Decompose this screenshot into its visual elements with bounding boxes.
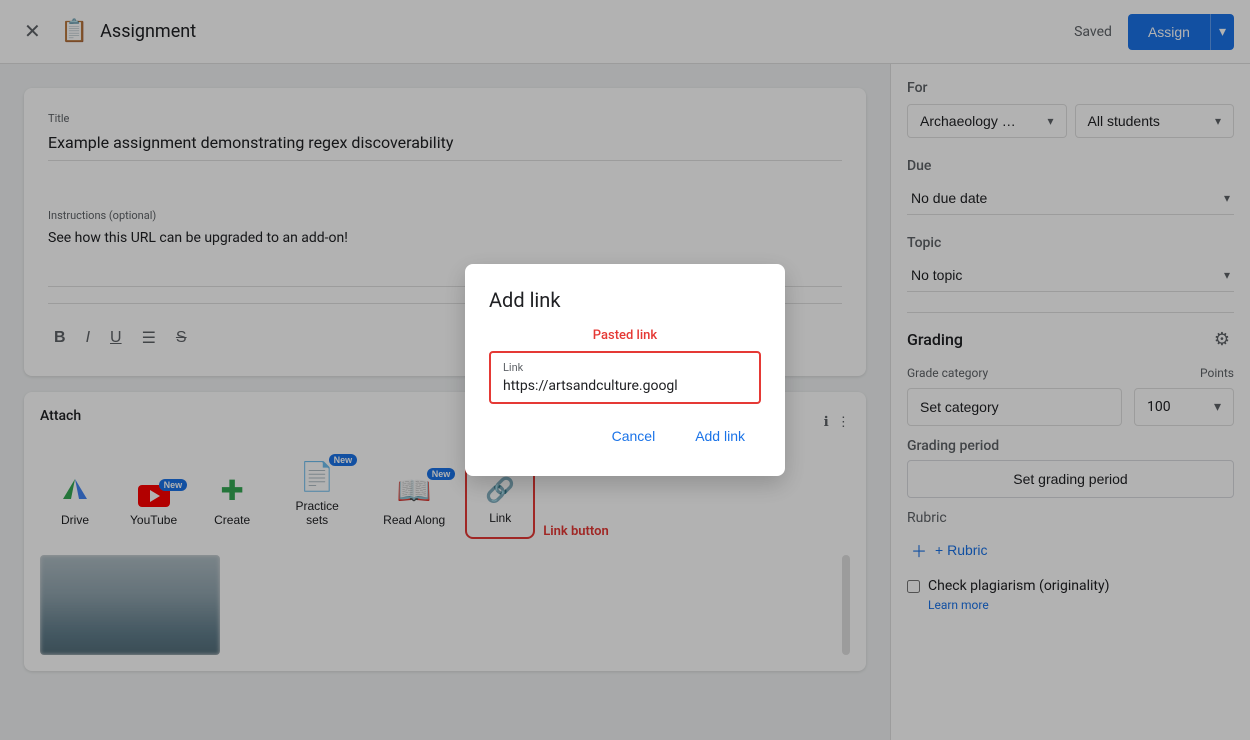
link-field-value[interactable]: https://artsandculture.googl [503,378,747,394]
link-field-label: Link [503,361,747,374]
add-link-modal: Add link Pasted link Link https://artsan… [465,264,785,476]
modal-title: Add link [489,288,761,312]
pasted-link-label: Pasted link [489,328,761,343]
cancel-button[interactable]: Cancel [596,420,672,452]
modal-overlay[interactable]: Add link Pasted link Link https://artsan… [0,0,1250,740]
link-input-wrapper: Link https://artsandculture.googl [489,351,761,404]
add-link-button[interactable]: Add link [679,420,761,452]
modal-actions: Cancel Add link [489,420,761,452]
